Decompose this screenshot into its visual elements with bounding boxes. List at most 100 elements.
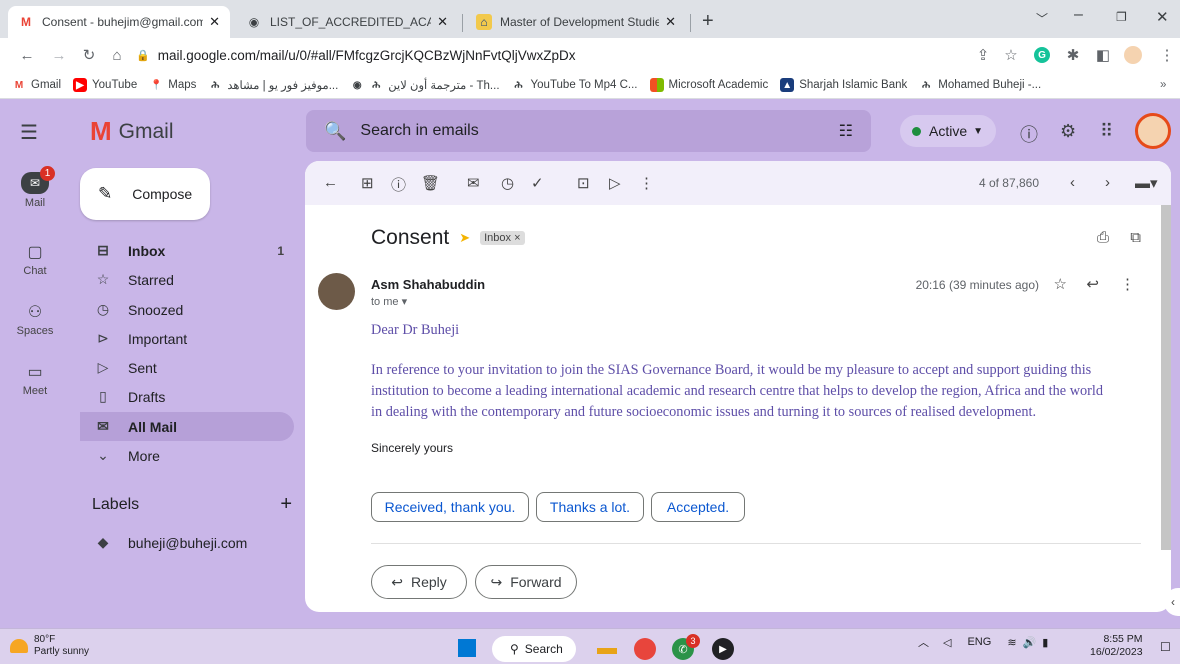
bookmark-maps[interactable]: 📍 Maps [149, 78, 196, 92]
report-spam-icon[interactable]: ⓘ [391, 174, 406, 195]
smart-reply-received[interactable]: Received, thank you. [371, 492, 529, 522]
share-icon[interactable]: ⇪ [974, 46, 992, 64]
close-icon[interactable]: ✕ [665, 14, 676, 30]
bookmark-gmail[interactable]: M Gmail [12, 78, 61, 92]
main-menu-icon[interactable]: ☰ [20, 120, 38, 145]
media-player-icon[interactable]: ▶ [712, 638, 734, 660]
folder-important[interactable]: ⊳ Important [80, 324, 294, 353]
url-field[interactable]: 🔒 mail.google.com/mail/u/0/#all/FMfcgzGr… [136, 42, 956, 68]
bookmark-microsoft-academic[interactable]: Microsoft Academic [649, 78, 768, 92]
star-icon[interactable]: ☆ [1054, 275, 1067, 293]
forward-button[interactable]: ↪ Forward [475, 565, 577, 599]
important-marker-icon[interactable]: ➤ [459, 230, 470, 246]
inbox-label-chip[interactable]: Inbox × [480, 231, 525, 245]
input-tools-icon[interactable]: ▬▾ [1135, 174, 1158, 192]
rail-chat[interactable]: ▢ Chat [0, 242, 70, 277]
volume-icon[interactable]: 🔊 [1023, 636, 1037, 649]
reload-icon[interactable]: ↻ [80, 46, 98, 64]
recipient-details[interactable]: to me ▾ [371, 295, 407, 308]
side-panel-toggle-icon[interactable]: ‹ [1164, 588, 1180, 616]
battery-icon[interactable]: ▮ [1042, 636, 1048, 649]
bookmark-youtube[interactable]: ▶ YouTube [73, 78, 137, 92]
bookmark-star-icon[interactable]: ☆ [1002, 46, 1020, 64]
grammarly-icon[interactable]: G [1034, 47, 1050, 63]
folder-all-mail[interactable]: ✉ All Mail [80, 412, 294, 441]
tab-master-development[interactable]: ⌂ Master of Development Studies - ✕ [466, 6, 686, 38]
account-avatar[interactable] [1135, 113, 1171, 149]
apps-grid-icon[interactable]: ⠿ [1100, 121, 1113, 142]
more-vert-icon[interactable]: ⋮ [1120, 275, 1135, 293]
archive-icon[interactable]: ⊞ [361, 174, 374, 192]
rail-spaces[interactable]: ⚇ Spaces [0, 302, 70, 337]
profile-icon[interactable] [1124, 46, 1142, 64]
delete-icon[interactable]: 🗑 [421, 174, 440, 192]
tab-accredited-list[interactable]: ◉ LIST_OF_ACCREDITED_ACADEMIC ✕ [236, 6, 458, 38]
label-icon[interactable]: ▷ [609, 174, 621, 192]
smart-reply-thanks[interactable]: Thanks a lot. [536, 492, 644, 522]
sender-avatar[interactable] [318, 273, 355, 310]
snooze-icon[interactable]: ◷ [501, 174, 514, 192]
menu-icon[interactable]: ⋮ [1158, 46, 1176, 64]
gmail-logo[interactable]: M Gmail [90, 116, 174, 147]
restore-button[interactable]: ❐ [1116, 10, 1127, 24]
folder-drafts[interactable]: ▯ Drafts [80, 382, 294, 411]
status-selector[interactable]: Active ▼ [900, 115, 996, 147]
wifi-icon[interactable]: ≋ [1007, 636, 1016, 649]
bookmark-translate[interactable]: ◉ ሕ مترجمة أون لاين - Th... [350, 78, 500, 93]
close-icon[interactable]: ✕ [209, 14, 220, 30]
new-tab-button[interactable]: + [702, 10, 714, 33]
older-icon[interactable]: › [1105, 174, 1110, 191]
reply-icon[interactable]: ↩ [1086, 275, 1099, 293]
file-explorer-icon[interactable]: ▬ [594, 636, 620, 660]
settings-icon[interactable]: ⚙ [1060, 121, 1076, 142]
folder-snoozed[interactable]: ◷ Snoozed [80, 295, 294, 324]
search-options-icon[interactable]: ☷ [839, 121, 853, 141]
rail-mail[interactable]: ✉ 1 Mail [0, 166, 70, 209]
help-icon[interactable]: ⓘ [1020, 121, 1038, 147]
smart-reply-accepted[interactable]: Accepted. [651, 492, 745, 522]
pen-icon[interactable]: ◁ [943, 636, 951, 649]
reply-button[interactable]: ↩ Reply [371, 565, 467, 599]
back-icon[interactable]: ← [18, 46, 36, 64]
folder-starred[interactable]: ☆ Starred [80, 265, 294, 294]
tab-search-icon[interactable]: ﹀ [1036, 10, 1048, 27]
mark-unread-icon[interactable]: ✉ [467, 174, 480, 192]
home-icon[interactable]: ⌂ [108, 46, 126, 64]
search-icon[interactable]: 🔍 [324, 121, 346, 142]
chrome-icon[interactable] [634, 638, 656, 660]
move-to-icon[interactable]: ⊡ [577, 174, 590, 192]
bookmark-youtube-mp4[interactable]: ሕ YouTube To Mp4 C... [512, 78, 637, 92]
search-input[interactable]: 🔍 Search in emails ☷ [306, 110, 871, 152]
taskbar-search[interactable]: ⚲ Search [492, 636, 576, 662]
close-window-button[interactable]: ✕ [1156, 8, 1169, 26]
more-options-icon[interactable]: ⋮ [639, 174, 654, 192]
open-new-window-icon[interactable]: ⧉ [1130, 229, 1141, 246]
clock[interactable]: 8:55 PM 16/02/2023 [1090, 633, 1143, 659]
show-hidden-icons[interactable]: ︿ [918, 634, 929, 650]
newer-icon[interactable]: ‹ [1070, 174, 1075, 191]
scrollbar[interactable] [1161, 205, 1171, 550]
bookmark-mohamed-buheji[interactable]: ሕ Mohamed Buheji -... [919, 78, 1041, 92]
folder-more[interactable]: ⌄ More [80, 441, 294, 470]
bookmark-movies[interactable]: ሕ موفيز فور يو | مشاهد... [208, 78, 338, 93]
rail-meet[interactable]: ▭ Meet [0, 362, 70, 397]
folder-inbox[interactable]: ⊟ Inbox 1 [80, 236, 294, 265]
label-item[interactable]: ◆ buheji@buheji.com [80, 528, 294, 557]
add-task-icon[interactable]: ✓ [531, 174, 544, 192]
close-icon[interactable]: ✕ [437, 14, 448, 30]
folder-sent[interactable]: ▷ Sent [80, 353, 294, 382]
notifications-icon[interactable]: ☐ [1160, 640, 1171, 654]
compose-button[interactable]: ✎ Compose [80, 168, 210, 220]
windows-start-icon[interactable] [454, 636, 480, 660]
bookmark-sharjah-bank[interactable]: ▲ Sharjah Islamic Bank [780, 78, 907, 92]
print-icon[interactable]: ⎙ [1097, 229, 1109, 246]
sender-name[interactable]: Asm Shahabuddin [371, 277, 485, 292]
add-label-button[interactable]: + [280, 494, 292, 514]
forward-icon[interactable]: → [50, 46, 68, 64]
side-panel-icon[interactable]: ◧ [1094, 46, 1112, 64]
minimize-button[interactable]: – [1074, 6, 1083, 24]
extensions-icon[interactable]: ✱ [1064, 46, 1082, 64]
tab-consent[interactable]: M Consent - buhejim@gmail.com - ✕ [8, 6, 230, 38]
language-indicator[interactable]: ENG [967, 636, 991, 648]
bookmarks-overflow[interactable]: » [1160, 79, 1166, 91]
